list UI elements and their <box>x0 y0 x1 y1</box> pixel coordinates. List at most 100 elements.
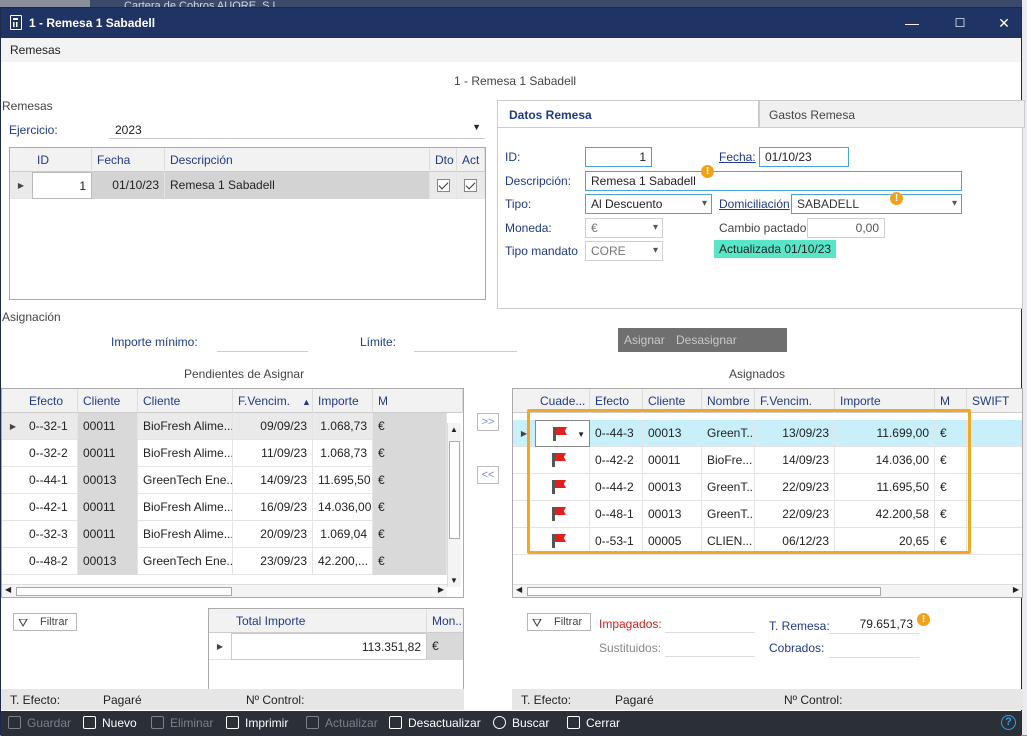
move-left-button[interactable]: << <box>477 466 499 484</box>
efecto-cell: 0--44-1 <box>24 467 78 494</box>
table-row[interactable]: 0--48-2 00013 GreenTech Ene... 23/09/23 42.2… <box>2 548 447 575</box>
moneda-cell: € <box>935 420 967 447</box>
cerrar-button[interactable]: Cerrar <box>567 716 620 730</box>
col-swift[interactable]: SWIFT <box>967 389 1022 413</box>
vertical-scrollbar[interactable]: ▲ ▼ <box>447 423 461 587</box>
nuevo-button[interactable]: Nuevo <box>83 716 137 730</box>
horizontal-scrollbar[interactable]: ◀ ▶ <box>2 584 447 597</box>
cuadre-cell[interactable]: ▼ <box>535 420 590 447</box>
table-row[interactable]: 0--32-3 00011 BioFresh Alime... 20/09/23 1.0… <box>2 521 447 548</box>
col-cuadre[interactable]: Cuade... <box>535 389 590 413</box>
filtrar-button-right[interactable]: ⛛ Filtrar <box>527 613 591 631</box>
cuadre-cell[interactable] <box>535 447 590 474</box>
id-field[interactable]: 1 <box>585 147 652 167</box>
col-fvencim[interactable]: F.Vencim. <box>755 389 835 413</box>
tab-gastos-remesa[interactable]: Gastos Remesa <box>759 100 1025 128</box>
col-importe[interactable]: Importe <box>835 389 935 413</box>
col-cliente[interactable]: Cliente <box>78 389 138 413</box>
fecha-cell: 20/09/23 <box>233 521 313 548</box>
moneda-cell: € <box>935 447 967 474</box>
col-fecha[interactable]: Fecha <box>92 148 165 172</box>
importe-cell: 1.068,73 <box>313 413 373 440</box>
table-row[interactable]: 0--42-2 00011 BioFre... 14/09/23 14.036,00 € <box>513 447 1022 474</box>
moneda-label: Moneda: <box>505 221 552 235</box>
maximize-button[interactable]: ☐ <box>938 8 982 38</box>
table-row[interactable]: 0--44-2 00013 GreenT... 22/09/23 11.695,50 € <box>513 474 1022 501</box>
t-efecto-label: T. Efecto: <box>10 693 61 707</box>
col-moneda[interactable]: Mon... <box>427 609 463 633</box>
table-row[interactable]: 0--42-1 00011 BioFresh Alime... 16/09/23 14.… <box>2 494 447 521</box>
table-row[interactable]: ▶ 1 01/10/23 Remesa 1 Sabadell <box>10 172 485 199</box>
actualizar-button[interactable]: Actualizar <box>306 716 378 730</box>
eliminar-button[interactable]: Eliminar <box>151 716 213 730</box>
efecto-cell: 0--32-1 <box>24 413 78 440</box>
act-checkbox[interactable] <box>457 172 485 199</box>
col-cliente-nombre[interactable]: Cliente <box>138 389 233 413</box>
cobrados-field <box>829 638 919 658</box>
domiciliacion-select[interactable]: SABADELL <box>791 194 962 214</box>
table-row[interactable]: 0--44-1 00013 GreenTech Ene... 14/09/23 11.6… <box>2 467 447 494</box>
cuadre-cell[interactable] <box>535 474 590 501</box>
table-row[interactable]: ▶ ▼ 0--44-3 00013 GreenT... 13/09/23 11.699,00… <box>513 420 1022 447</box>
close-button[interactable]: ✕ <box>982 8 1026 38</box>
limite-label: Límite: <box>360 335 397 349</box>
tipo-select[interactable]: Al Descuento <box>585 194 712 214</box>
efecto-cell: 0--42-1 <box>24 494 78 521</box>
col-descripcion[interactable]: Descripción <box>165 148 430 172</box>
moneda-cell: € <box>935 528 967 555</box>
desasignar-button[interactable]: Desasignar <box>676 333 737 347</box>
moneda-select[interactable]: € <box>585 218 663 238</box>
tab-datos-remesa[interactable]: Datos Remesa <box>497 100 759 128</box>
efecto-cell: 0--48-2 <box>24 548 78 575</box>
col-cliente[interactable]: Cliente <box>643 389 702 413</box>
table-row[interactable]: 0--53-1 00005 CLIEN... 06/12/23 20,65 € <box>513 528 1022 555</box>
tipo-mandato-select[interactable]: CORE <box>585 241 663 261</box>
col-moneda[interactable]: M <box>373 389 463 413</box>
fecha-field[interactable]: 01/10/23 <box>759 147 849 167</box>
table-row[interactable]: ▶ 0--32-1 00011 BioFresh Alime... 09/09/23 1.… <box>2 413 447 440</box>
col-importe[interactable]: Importe <box>313 389 373 413</box>
help-icon[interactable]: ? <box>1001 715 1016 730</box>
importe-cell: 42.200,58 <box>835 501 935 528</box>
minimize-button[interactable]: — <box>890 8 934 38</box>
col-fvencim[interactable]: F.Vencim. ▲ <box>233 389 313 413</box>
ejercicio-select[interactable]: 2023 ▼ <box>109 118 485 139</box>
col-efecto[interactable]: Efecto <box>24 389 78 413</box>
scroll-left-icon: ◀ <box>516 585 523 594</box>
cambio-pactado-field[interactable]: 0,00 <box>807 218 885 238</box>
imprimir-button[interactable]: Imprimir <box>226 716 288 730</box>
calculator-icon <box>389 716 402 729</box>
buscar-button[interactable]: Buscar <box>493 716 549 730</box>
col-id[interactable]: ID <box>32 148 92 172</box>
importe-cell: 20,65 <box>835 528 935 555</box>
horizontal-scrollbar[interactable]: ◀ ▶ <box>513 584 1022 597</box>
col-act[interactable]: Act <box>457 148 485 172</box>
move-right-button[interactable]: >> <box>477 413 499 431</box>
descripcion-field[interactable]: Remesa 1 Sabadell <box>585 171 962 191</box>
flag-icon <box>552 507 555 521</box>
col-nombre[interactable]: Nombre <box>702 389 755 413</box>
filter-icon: ⛛ <box>532 616 543 630</box>
menu-remesas[interactable]: Remesas <box>10 43 61 57</box>
cliente-cell: 00011 <box>78 440 138 467</box>
desactualizar-button[interactable]: Desactualizar <box>389 716 481 730</box>
importe-minimo-field[interactable] <box>217 332 308 352</box>
cliente-cell: 00013 <box>78 548 138 575</box>
table-row[interactable]: 0--32-2 00011 BioFresh Alime... 11/09/23 1.0… <box>2 440 447 467</box>
table-row[interactable]: 0--48-1 00013 GreenT... 22/09/23 42.200,58 € <box>513 501 1022 528</box>
col-total-importe[interactable]: Total Importe <box>231 609 427 633</box>
col-efecto[interactable]: Efecto <box>590 389 643 413</box>
guardar-button[interactable]: Guardar <box>8 716 71 730</box>
col-moneda[interactable]: M <box>935 389 967 413</box>
filtrar-button-left[interactable]: ⛛ Filtrar <box>13 613 77 631</box>
cuadre-cell[interactable] <box>535 501 590 528</box>
limite-field[interactable] <box>414 332 517 352</box>
dto-checkbox[interactable] <box>430 172 457 199</box>
ejercicio-label: Ejercicio: <box>9 123 58 137</box>
cuadre-cell[interactable] <box>535 528 590 555</box>
t-remesa-value: 79.651,73 <box>829 614 919 634</box>
asignar-button[interactable]: Asignar <box>624 333 665 347</box>
col-dto[interactable]: Dto <box>430 148 457 172</box>
header-title: 1 - Remesa 1 Sabadell <box>454 74 577 88</box>
importe-cell: 42.200,... <box>313 548 373 575</box>
